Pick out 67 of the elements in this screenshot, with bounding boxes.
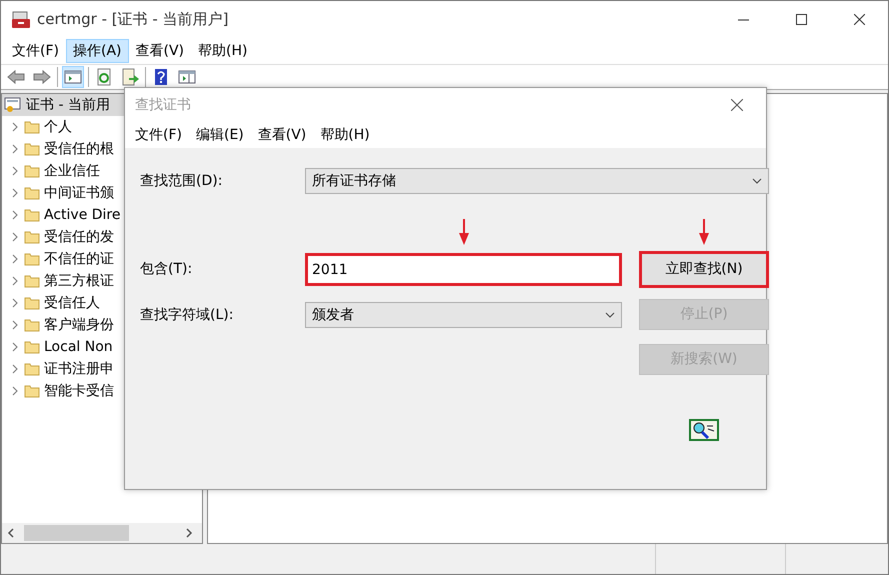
horizontal-scrollbar[interactable] — [2, 523, 202, 543]
dialog-button[interactable]: 立即查找(N) — [639, 251, 769, 288]
folder-icon — [24, 274, 40, 288]
menu-item[interactable]: 文件(F) — [128, 123, 189, 147]
console-tree-icon — [64, 68, 82, 86]
export-list-icon — [121, 68, 139, 86]
refresh-icon — [95, 68, 113, 86]
folder-icon — [24, 208, 40, 222]
menu-item[interactable]: 编辑(E) — [188, 123, 251, 147]
arrow-icon — [458, 219, 468, 245]
toolbox-icon — [11, 10, 31, 28]
dropdown-caret-icon — [752, 178, 762, 184]
window-title: certmgr - [证书 - 当前用户] — [37, 9, 228, 30]
collapsed-chevron-icon[interactable] — [10, 320, 20, 330]
dropdown[interactable]: 所有证书存储 — [305, 168, 769, 194]
input-field[interactable]: 2011 — [305, 253, 622, 286]
certificate-icon — [4, 96, 22, 114]
menu-item[interactable]: 查看(V) — [128, 39, 192, 63]
folder-icon — [24, 362, 40, 376]
collapsed-chevron-icon[interactable] — [10, 342, 20, 352]
collapsed-chevron-icon[interactable] — [10, 210, 20, 220]
tree-item[interactable]: Active Dire — [2, 204, 202, 226]
folder-icon — [24, 296, 40, 310]
collapsed-chevron-icon[interactable] — [10, 386, 20, 396]
help-icon — [152, 68, 170, 86]
menu-item[interactable]: 操作(A) — [66, 39, 128, 63]
folder-icon — [24, 230, 40, 244]
arrow-icon — [699, 219, 709, 245]
collapsed-chevron-icon[interactable] — [10, 122, 20, 132]
collapsed-chevron-icon[interactable] — [10, 298, 20, 308]
collapsed-chevron-icon[interactable] — [10, 254, 20, 264]
folder-icon — [24, 384, 40, 398]
back-arrow-icon — [7, 68, 25, 86]
menu-item[interactable]: 文件(F) — [5, 39, 66, 63]
field-label: 查找范围(D): — [140, 172, 224, 190]
folder-icon — [24, 120, 40, 134]
toolbar-button[interactable] — [62, 66, 84, 88]
folder-icon — [24, 252, 40, 266]
forward-arrow-icon — [33, 68, 51, 86]
dropdown[interactable]: 颁发者 — [305, 302, 622, 328]
folder-icon — [24, 318, 40, 332]
collapsed-chevron-icon[interactable] — [10, 232, 20, 242]
certificate-search-icon — [688, 418, 720, 442]
collapsed-chevron-icon[interactable] — [10, 276, 20, 286]
collapsed-chevron-icon[interactable] — [10, 144, 20, 154]
field-label: 包含(T): — [140, 260, 194, 279]
dialog-title: 查找证书 — [135, 96, 191, 114]
action-pane-icon — [178, 68, 196, 86]
close-icon — [854, 14, 864, 25]
collapsed-chevron-icon[interactable] — [10, 166, 20, 176]
folder-icon — [24, 142, 40, 156]
folder-icon — [24, 164, 40, 178]
tree-item[interactable]: 证书注册申 — [2, 358, 202, 380]
tree-item[interactable]: Local Non — [2, 336, 202, 358]
folder-icon — [24, 186, 40, 200]
collapsed-chevron-icon[interactable] — [10, 364, 20, 374]
menu-item[interactable]: 查看(V) — [250, 123, 314, 147]
field-label: 查找字符域(L): — [140, 306, 234, 325]
menu-item[interactable]: 帮助(H) — [191, 39, 254, 63]
tree-item[interactable]: 智能卡受信 — [2, 380, 202, 402]
collapsed-chevron-icon[interactable] — [10, 188, 20, 198]
folder-icon — [24, 340, 40, 354]
close-icon — [731, 99, 743, 111]
menu-item[interactable]: 帮助(H) — [313, 123, 377, 147]
maximize-icon — [796, 14, 806, 25]
tree-item[interactable]: 受信任的发 — [2, 226, 202, 248]
dropdown-caret-icon — [605, 312, 615, 318]
